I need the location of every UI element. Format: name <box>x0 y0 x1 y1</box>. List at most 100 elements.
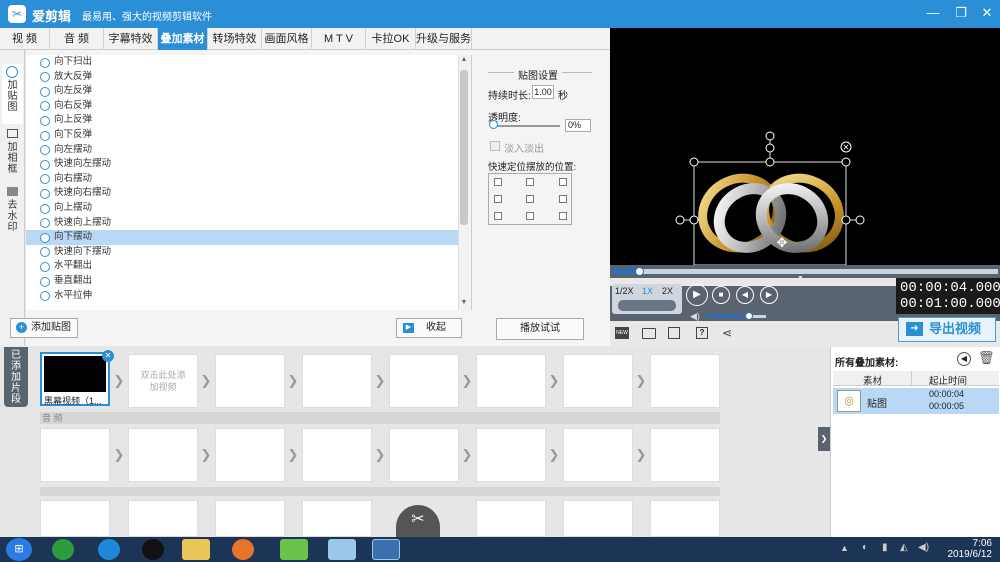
tab-mtv[interactable]: M T V <box>312 28 366 50</box>
expand-panel-icon[interactable]: ❯ <box>818 427 830 451</box>
qq-icon[interactable] <box>142 539 164 560</box>
position-center[interactable] <box>526 195 534 203</box>
empty-slot[interactable] <box>302 354 372 408</box>
preview-button[interactable]: 播放试试 <box>496 318 584 340</box>
progress-handle[interactable] <box>635 267 645 276</box>
network-icon[interactable]: ◭ <box>900 542 908 553</box>
video-preview[interactable]: ✕ ✥ <box>610 28 1000 265</box>
position-middle-right[interactable] <box>559 195 567 203</box>
list-item[interactable]: 快速向右摆动 <box>26 186 458 201</box>
list-item[interactable]: 放大反弹 <box>26 70 458 85</box>
new-project-icon[interactable]: NEW <box>615 327 629 339</box>
list-item[interactable]: 向左摆动 <box>26 143 458 158</box>
minimize-icon[interactable]: — <box>922 4 944 22</box>
edit-icon[interactable]: ? <box>696 327 708 339</box>
empty-slot[interactable] <box>215 428 285 482</box>
restore-icon[interactable]: ❐ <box>950 4 972 22</box>
opacity-input[interactable]: 0% <box>565 119 591 132</box>
scissors-icon[interactable]: ✂ <box>396 505 440 537</box>
duration-input[interactable]: 1.00 <box>532 85 554 99</box>
sidebar-item-remove-watermark[interactable]: 去水印 <box>2 184 23 240</box>
list-item[interactable]: 垂直翻出 <box>26 274 458 289</box>
play-icon[interactable]: ▶ <box>686 284 708 306</box>
tab-style[interactable]: 画面风格 <box>262 28 312 50</box>
back-icon[interactable]: ◀ <box>957 352 971 366</box>
empty-slot[interactable] <box>389 428 459 482</box>
app-icon[interactable] <box>280 539 308 560</box>
open-folder-icon[interactable] <box>642 328 656 339</box>
list-item[interactable]: 向右摆动 <box>26 172 458 187</box>
list-item[interactable]: 快速向左摆动 <box>26 157 458 172</box>
export-video-button[interactable]: ➜ 导出视频 <box>898 317 996 342</box>
firefox-icon[interactable] <box>232 539 254 560</box>
position-bottom-right[interactable] <box>559 212 567 220</box>
position-top-left[interactable] <box>494 178 502 186</box>
empty-slot[interactable] <box>476 354 546 408</box>
position-bottom-left[interactable] <box>494 212 502 220</box>
window-icon[interactable] <box>328 539 356 560</box>
battery-icon[interactable]: ▮ <box>882 542 888 553</box>
volume-handle[interactable] <box>745 312 754 320</box>
empty-slot[interactable] <box>563 500 633 537</box>
share-icon[interactable]: ⋖ <box>722 326 732 340</box>
empty-slot[interactable] <box>215 354 285 408</box>
empty-slot[interactable] <box>650 354 720 408</box>
start-button-icon[interactable]: ⊞ <box>6 538 32 561</box>
tab-upgrade[interactable]: 升级与服务 <box>416 28 472 50</box>
opacity-slider-handle[interactable] <box>489 120 498 129</box>
add-sticker-button[interactable]: + 添加贴图 <box>10 318 78 338</box>
speed-half[interactable]: 1/2X <box>615 286 634 296</box>
list-item-selected[interactable]: 向下摆动 <box>26 230 458 245</box>
speed-slider[interactable] <box>618 300 676 311</box>
list-item[interactable]: 快速向下摆动 <box>26 245 458 260</box>
empty-slot[interactable] <box>302 428 372 482</box>
add-video-slot[interactable]: 双击此处添加视频 <box>128 354 198 408</box>
opacity-slider[interactable] <box>490 125 560 127</box>
empty-slot[interactable] <box>476 500 546 537</box>
speed-1x[interactable]: 1X <box>642 286 653 296</box>
sidebar-item-add-sticker[interactable]: 加贴图 <box>2 64 23 124</box>
table-row[interactable]: ◎ 贴图 00:00:04 00:00:05 <box>833 388 999 414</box>
close-icon[interactable]: ✕ <box>976 4 998 22</box>
tab-video[interactable]: 视 频 <box>0 28 50 50</box>
collapse-button[interactable]: ▶ 收起 <box>396 318 462 338</box>
empty-slot[interactable] <box>563 354 633 408</box>
tray-up-icon[interactable]: ▲ <box>840 543 849 553</box>
tab-overlay[interactable]: 叠加素材 <box>158 28 208 50</box>
list-item[interactable]: 向左反弹 <box>26 84 458 99</box>
empty-slot[interactable] <box>563 428 633 482</box>
scroll-thumb[interactable] <box>460 70 468 225</box>
list-item[interactable]: 向上反弹 <box>26 113 458 128</box>
empty-slot[interactable] <box>128 428 198 482</box>
stop-icon[interactable]: ■ <box>712 286 730 304</box>
sidebar-item-add-frame[interactable]: 加相框 <box>2 126 23 182</box>
save-icon[interactable] <box>668 327 680 339</box>
speaker-icon[interactable]: ◀) <box>918 542 929 553</box>
file-explorer-icon[interactable] <box>182 539 210 560</box>
tab-audio[interactable]: 音 频 <box>50 28 104 50</box>
progress-track[interactable] <box>612 269 998 274</box>
position-bottom-center[interactable] <box>526 212 534 220</box>
position-top-center[interactable] <box>526 178 534 186</box>
empty-slot[interactable] <box>650 500 720 537</box>
clip-black-video[interactable]: 黑幕视频（1... <box>40 352 110 406</box>
ijianji-taskbar-icon[interactable] <box>372 539 400 560</box>
tray-icon[interactable]: ◐ <box>862 542 868 553</box>
empty-slot[interactable] <box>302 500 372 537</box>
tab-karaoke[interactable]: 卡拉OK <box>366 28 416 50</box>
empty-slot[interactable] <box>215 500 285 537</box>
position-top-right[interactable] <box>559 178 567 186</box>
scroll-down-icon[interactable]: ▼ <box>460 299 468 306</box>
empty-slot[interactable] <box>40 428 110 482</box>
list-item[interactable]: 向上摆动 <box>26 201 458 216</box>
list-item[interactable]: 快速向上摆动 <box>26 216 458 231</box>
list-item[interactable]: 向下扫出 <box>26 55 458 70</box>
browser-360-icon[interactable] <box>52 539 74 560</box>
list-item[interactable]: 水平翻出 <box>26 259 458 274</box>
empty-slot[interactable] <box>40 500 110 537</box>
list-item[interactable]: 水平拉伸 <box>26 289 458 304</box>
empty-slot[interactable] <box>389 354 459 408</box>
scroll-up-icon[interactable]: ▲ <box>460 56 468 63</box>
prev-frame-icon[interactable]: ◀ <box>736 286 754 304</box>
empty-slot[interactable] <box>650 428 720 482</box>
